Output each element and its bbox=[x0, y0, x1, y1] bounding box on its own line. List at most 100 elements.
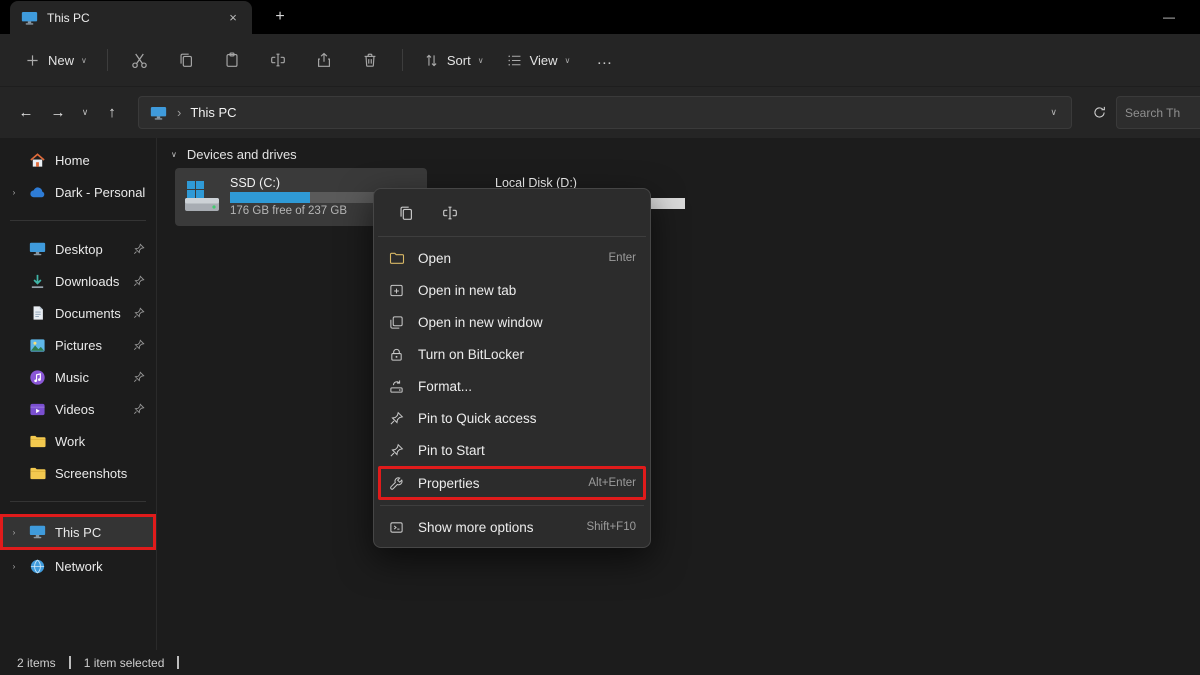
context-menu: Open Enter Open in new tab Open in new w… bbox=[373, 188, 651, 548]
collapse-chevron-icon[interactable]: ∨ bbox=[171, 150, 177, 159]
rename-icon bbox=[441, 204, 459, 222]
menu-item-open-in-new-tab[interactable]: Open in new tab bbox=[378, 274, 646, 306]
this-pc-icon bbox=[20, 10, 39, 26]
view-button[interactable]: View ∨ bbox=[496, 45, 581, 76]
rename-button[interactable] bbox=[432, 199, 468, 227]
paste-button[interactable] bbox=[210, 43, 254, 77]
drive-capacity-bar-fill bbox=[230, 192, 310, 203]
menu-divider bbox=[380, 505, 644, 506]
expand-chevron-icon[interactable]: › bbox=[8, 562, 20, 571]
pin-icon bbox=[133, 339, 147, 351]
breadcrumb[interactable]: This PC bbox=[190, 105, 1037, 120]
menu-item-open-in-new-window[interactable]: Open in new window bbox=[378, 306, 646, 338]
sidebar-item-label: Network bbox=[55, 559, 147, 574]
sidebar-item-downloads[interactable]: Downloads bbox=[3, 265, 153, 297]
view-button-label: View bbox=[530, 53, 558, 68]
pin-icon bbox=[133, 403, 147, 415]
sidebar-item-videos[interactable]: Videos bbox=[3, 393, 153, 425]
toolbar-divider bbox=[402, 49, 403, 71]
copy-button[interactable] bbox=[388, 199, 424, 227]
shortcut-label: Alt+Enter bbox=[588, 477, 636, 489]
status-separator bbox=[177, 656, 179, 669]
recent-locations-chevron-icon[interactable]: ∨ bbox=[74, 107, 96, 118]
sidebar-item-label: Music bbox=[55, 370, 125, 385]
sidebar-item-pictures[interactable]: Pictures bbox=[3, 329, 153, 361]
menu-item-properties[interactable]: Properties Alt+Enter bbox=[378, 466, 646, 500]
search-box[interactable] bbox=[1116, 96, 1200, 129]
sidebar-item-work[interactable]: Work bbox=[3, 425, 153, 457]
toolbar-divider bbox=[107, 49, 108, 71]
view-list-icon bbox=[506, 52, 523, 69]
sidebar-item-label: Pictures bbox=[55, 338, 125, 353]
command-toolbar: New ∨ Sort ∨ bbox=[0, 34, 1200, 86]
search-input[interactable] bbox=[1125, 106, 1199, 120]
new-button[interactable]: New ∨ bbox=[14, 45, 97, 76]
share-button[interactable] bbox=[302, 43, 346, 77]
onedrive-cloud-icon bbox=[28, 186, 47, 199]
shortcut-label: Shift+F10 bbox=[586, 521, 636, 533]
this-pc-icon bbox=[149, 105, 168, 121]
sidebar-item-music[interactable]: Music bbox=[3, 361, 153, 393]
cut-button[interactable] bbox=[118, 43, 162, 77]
chevron-down-icon: ∨ bbox=[565, 56, 571, 65]
address-dropdown-chevron-icon[interactable]: ∨ bbox=[1046, 107, 1061, 118]
breadcrumb-separator-icon: › bbox=[177, 105, 181, 120]
sort-button[interactable]: Sort ∨ bbox=[413, 45, 494, 76]
ellipsis-icon: … bbox=[596, 51, 612, 69]
home-icon bbox=[28, 152, 47, 169]
tab-this-pc[interactable]: This PC × bbox=[10, 1, 252, 34]
address-input[interactable]: › This PC ∨ bbox=[138, 96, 1072, 129]
sidebar-item-screenshots[interactable]: Screenshots bbox=[3, 457, 153, 489]
videos-icon bbox=[28, 401, 47, 418]
sidebar-item-this-pc[interactable]: › This PC bbox=[0, 514, 156, 550]
copy-icon bbox=[177, 51, 195, 69]
wrench-icon bbox=[388, 476, 405, 491]
address-bar: ← → ∨ ↑ › This PC ∨ bbox=[0, 86, 1200, 138]
delete-button[interactable] bbox=[348, 43, 392, 77]
devices-and-drives-section-header[interactable]: ∨ Devices and drives bbox=[171, 147, 297, 162]
plus-icon bbox=[24, 52, 41, 69]
refresh-button[interactable] bbox=[1082, 97, 1116, 129]
sidebar-item-documents[interactable]: Documents bbox=[3, 297, 153, 329]
open-new-window-icon bbox=[388, 315, 405, 330]
rename-button[interactable] bbox=[256, 43, 300, 77]
sort-button-label: Sort bbox=[447, 53, 471, 68]
sidebar-item-label: This PC bbox=[55, 525, 147, 540]
sidebar-item-onedrive[interactable]: › Dark - Personal bbox=[3, 176, 153, 208]
menu-item-show-more-options[interactable]: Show more options Shift+F10 bbox=[378, 511, 646, 543]
menu-item-turn-on-bitlocker[interactable]: Turn on BitLocker bbox=[378, 338, 646, 370]
expand-chevron-icon[interactable]: › bbox=[8, 188, 20, 197]
sidebar-item-label: Downloads bbox=[55, 274, 125, 289]
menu-item-pin-to-start[interactable]: Pin to Start bbox=[378, 434, 646, 466]
sidebar-item-desktop[interactable]: Desktop bbox=[3, 233, 153, 265]
bitlocker-lock-icon bbox=[388, 347, 405, 362]
menu-item-pin-to-quick-access[interactable]: Pin to Quick access bbox=[378, 402, 646, 434]
minimize-button[interactable]: — bbox=[1146, 10, 1192, 24]
pin-icon bbox=[388, 411, 405, 426]
menu-item-open[interactable]: Open Enter bbox=[378, 242, 646, 274]
scissors-icon bbox=[130, 51, 149, 70]
window-body: Home › Dark - Personal Desktop bbox=[0, 138, 1200, 650]
pictures-icon bbox=[28, 337, 47, 354]
tab-close-icon[interactable]: × bbox=[224, 9, 242, 27]
share-icon bbox=[315, 51, 333, 69]
sidebar-item-label: Home bbox=[55, 153, 147, 168]
copy-button[interactable] bbox=[164, 43, 208, 77]
back-button[interactable]: ← bbox=[10, 97, 42, 129]
sort-icon bbox=[423, 52, 440, 69]
menu-item-format[interactable]: Format... bbox=[378, 370, 646, 402]
refresh-icon bbox=[1092, 105, 1107, 120]
pin-icon bbox=[133, 243, 147, 255]
sidebar-item-network[interactable]: › Network bbox=[3, 550, 153, 582]
rename-icon bbox=[269, 51, 287, 69]
paste-icon bbox=[223, 51, 241, 69]
see-more-button[interactable]: … bbox=[582, 43, 626, 77]
new-tab-button[interactable]: + bbox=[268, 8, 292, 26]
folder-icon bbox=[28, 465, 47, 482]
documents-icon bbox=[28, 305, 47, 321]
up-button[interactable]: ↑ bbox=[96, 97, 128, 129]
expand-chevron-icon[interactable]: › bbox=[8, 528, 20, 537]
forward-button[interactable]: → bbox=[42, 97, 74, 129]
sidebar-item-home[interactable]: Home bbox=[3, 144, 153, 176]
downloads-icon bbox=[28, 273, 47, 290]
